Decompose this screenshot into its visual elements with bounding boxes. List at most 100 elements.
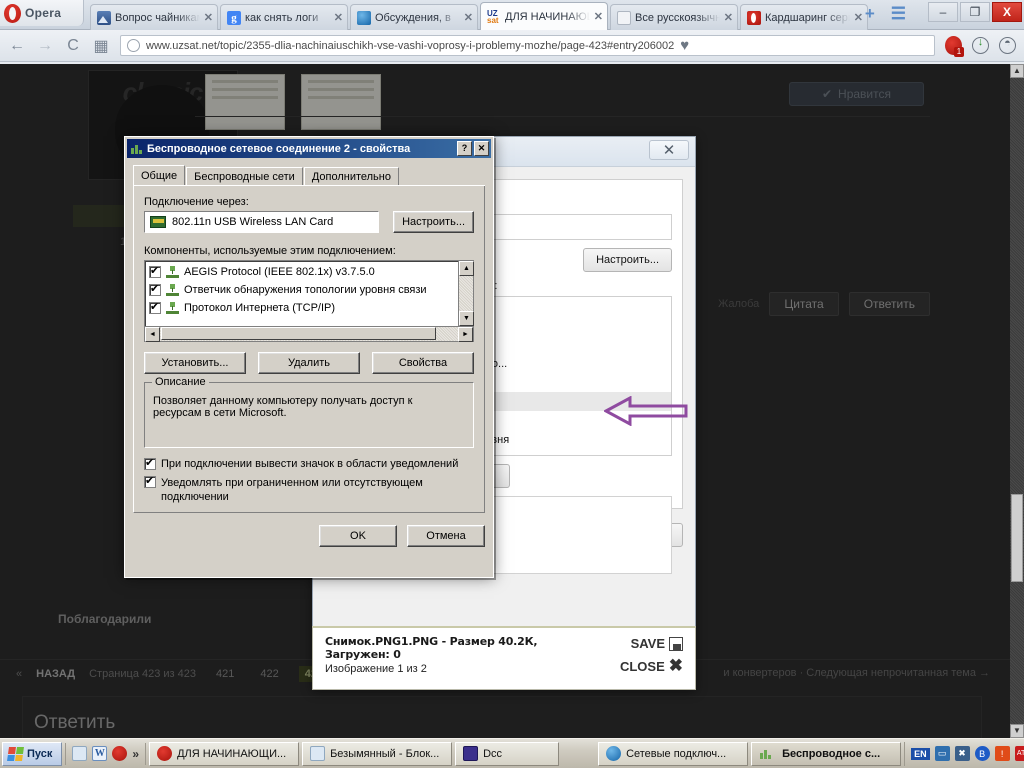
dialog-title-bar[interactable]: Беспроводное сетевое соединение 2 - свой… (127, 139, 491, 158)
uninstall-button[interactable]: Удалить (258, 352, 360, 374)
address-bar[interactable]: www.uzsat.net/topic/2355-dlia-nachinaius… (120, 35, 935, 56)
bluetooth-icon[interactable]: B (974, 746, 990, 761)
page-number-421[interactable]: 421 (210, 666, 240, 682)
checkbox[interactable] (149, 282, 161, 296)
tab-menu-icon[interactable]: ☰ (891, 4, 906, 24)
system-tray: EN ▭ ✖ B ! ATI ↻ 23:48 (904, 741, 1024, 766)
tab-general[interactable]: Общие (133, 165, 186, 185)
browser-tab-5[interactable]: Кардшаринг серв ✕ (740, 4, 868, 30)
browser-tab-0[interactable]: Вопрос чайникам ✕ (90, 4, 218, 30)
help-button[interactable]: ? (457, 141, 472, 156)
scroll-up-icon[interactable]: ▲ (459, 261, 474, 276)
opera-notification-icon[interactable] (945, 36, 964, 57)
opera-icon (157, 746, 173, 761)
close-button[interactable]: X (992, 2, 1022, 22)
word-icon[interactable]: W (92, 746, 108, 761)
components-label: Компоненты, используемые этим подключени… (144, 245, 396, 257)
language-indicator[interactable]: EN (911, 747, 930, 760)
component-row[interactable]: Протокол Интернета (TCP/IP) (145, 299, 473, 317)
new-tab-icon[interactable]: + (865, 4, 875, 24)
checkbox[interactable] (144, 474, 156, 488)
navigation-bar: ← → C ▦ www.uzsat.net/topic/2355-dlia-na… (0, 30, 1024, 62)
notify-icon-checkbox-row[interactable]: При подключении вывести значок в области… (144, 456, 474, 470)
back-page-button[interactable]: НАЗАД (36, 668, 75, 680)
close-icon[interactable]: ✕ (854, 11, 863, 24)
taskbar-item-network-connections[interactable]: Сетевые подключ... (598, 741, 749, 766)
close-icon[interactable]: ✕ (594, 10, 603, 23)
thumbnail-image[interactable] (205, 74, 285, 130)
maximize-button[interactable]: ❐ (960, 2, 990, 22)
components-listbox[interactable]: AEGIS Protocol (IEEE 802.1x) v3.7.5.0 От… (144, 260, 474, 342)
close-button[interactable]: ✕ (649, 140, 689, 160)
properties-button[interactable]: Свойства (372, 352, 474, 374)
vertical-scrollbar[interactable]: ▲ ▼ (458, 261, 474, 326)
first-page-icon[interactable]: « (16, 668, 22, 680)
scrollbar-thumb[interactable] (1011, 494, 1023, 582)
close-icon[interactable]: ✕ (204, 11, 213, 24)
thumbnail-image[interactable] (301, 74, 381, 130)
network-disconnected-icon[interactable]: ✖ (954, 746, 970, 761)
horizontal-scrollbar[interactable]: ◄ ► (145, 326, 473, 342)
title-bar-buttons: ? ✕ (457, 141, 489, 156)
tab-wireless-networks[interactable]: Беспроводные сети (186, 167, 303, 185)
save-button[interactable]: SAVE (620, 636, 683, 651)
opera-menu-button[interactable]: Opera (0, 0, 84, 26)
taskbar-item-dcc[interactable]: Dcc (455, 741, 560, 766)
close-button[interactable]: CLOSE ✖ (620, 656, 683, 676)
notepad-icon[interactable] (72, 746, 88, 761)
like-button[interactable]: ✔ Нравится (789, 82, 924, 106)
taskbar-item-notepad[interactable]: Безымянный - Блок... (302, 741, 453, 766)
close-icon[interactable]: ✕ (334, 11, 343, 24)
scroll-right-icon[interactable]: ► (458, 327, 473, 342)
page-number-422[interactable]: 422 (254, 666, 284, 682)
monitor-icon[interactable]: ▭ (934, 746, 950, 761)
cancel-button[interactable]: Отмена (407, 525, 485, 547)
quote-button[interactable]: Цитата (769, 292, 839, 316)
profile-icon[interactable] (999, 37, 1016, 54)
bookmark-heart-icon[interactable]: ♥ (680, 37, 689, 54)
component-row[interactable]: AEGIS Protocol (IEEE 802.1x) v3.7.5.0 (145, 263, 473, 281)
close-icon[interactable]: ✕ (724, 11, 733, 24)
close-icon[interactable]: ✕ (464, 11, 473, 24)
scroll-up-icon[interactable]: ▲ (1010, 64, 1024, 78)
report-link[interactable]: Жалоба (718, 298, 759, 310)
wireless-network-connection-properties-dialog[interactable]: Беспроводное сетевое соединение 2 - свой… (124, 136, 494, 578)
speed-dial-icon[interactable]: ▦ (92, 36, 110, 56)
opera-icon[interactable] (112, 746, 128, 761)
minimize-button[interactable]: – (928, 2, 958, 22)
nav-right-icons (945, 36, 1016, 57)
taskbar-item-opera[interactable]: ДЛЯ НАЧИНАЮЩИ... (149, 741, 300, 766)
checkbox[interactable] (144, 456, 156, 470)
configure-button[interactable]: Настроить... (583, 248, 672, 272)
scroll-left-icon[interactable]: ◄ (145, 327, 160, 342)
configure-button[interactable]: Настроить... (393, 211, 474, 233)
checkbox[interactable] (149, 300, 161, 314)
browser-tab-1[interactable]: g как снять логи ✕ (220, 4, 348, 30)
checkbox[interactable] (149, 264, 161, 278)
install-button[interactable]: Установить... (144, 352, 246, 374)
browser-tab-3-active[interactable]: UZsat ДЛЯ НАЧИНАЮЩИХ ✕ (480, 2, 608, 30)
browser-tab-4[interactable]: Все русскоязычные ✕ (610, 4, 738, 30)
forward-icon[interactable]: → (36, 37, 54, 55)
download-icon[interactable] (972, 36, 989, 54)
chevron-more-icon[interactable]: » (132, 747, 139, 761)
taskbar-item-label: ДЛЯ НАЧИНАЮЩИ... (177, 747, 287, 760)
tab-advanced[interactable]: Дополнительно (303, 167, 399, 185)
scroll-down-icon[interactable]: ▼ (1010, 724, 1024, 738)
component-row[interactable]: Ответчик обнаружения топологии уровня св… (145, 281, 473, 299)
next-unread-topic-link[interactable]: и конвертеров · Следующая непрочитанная … (723, 659, 990, 687)
scroll-down-icon[interactable]: ▼ (459, 311, 474, 326)
page-scrollbar[interactable]: ▲ ▼ (1010, 64, 1024, 738)
alert-icon[interactable]: ! (994, 746, 1010, 761)
reload-icon[interactable]: C (64, 37, 82, 55)
reply-button[interactable]: Ответить (848, 292, 930, 316)
back-icon[interactable]: ← (8, 37, 26, 55)
ok-button[interactable]: OK (319, 525, 397, 547)
close-button[interactable]: ✕ (474, 141, 489, 156)
start-button[interactable]: Пуск (2, 741, 63, 766)
scrollbar-thumb[interactable] (161, 327, 436, 340)
taskbar-item-wireless-active[interactable]: Беспроводное с... (751, 741, 902, 766)
browser-tab-2[interactable]: Обсуждения, в ✕ (350, 4, 478, 30)
ati-icon[interactable]: ATI (1014, 746, 1024, 761)
notify-limited-checkbox-row[interactable]: Уведомлять при ограниченном или отсутств… (144, 474, 474, 504)
